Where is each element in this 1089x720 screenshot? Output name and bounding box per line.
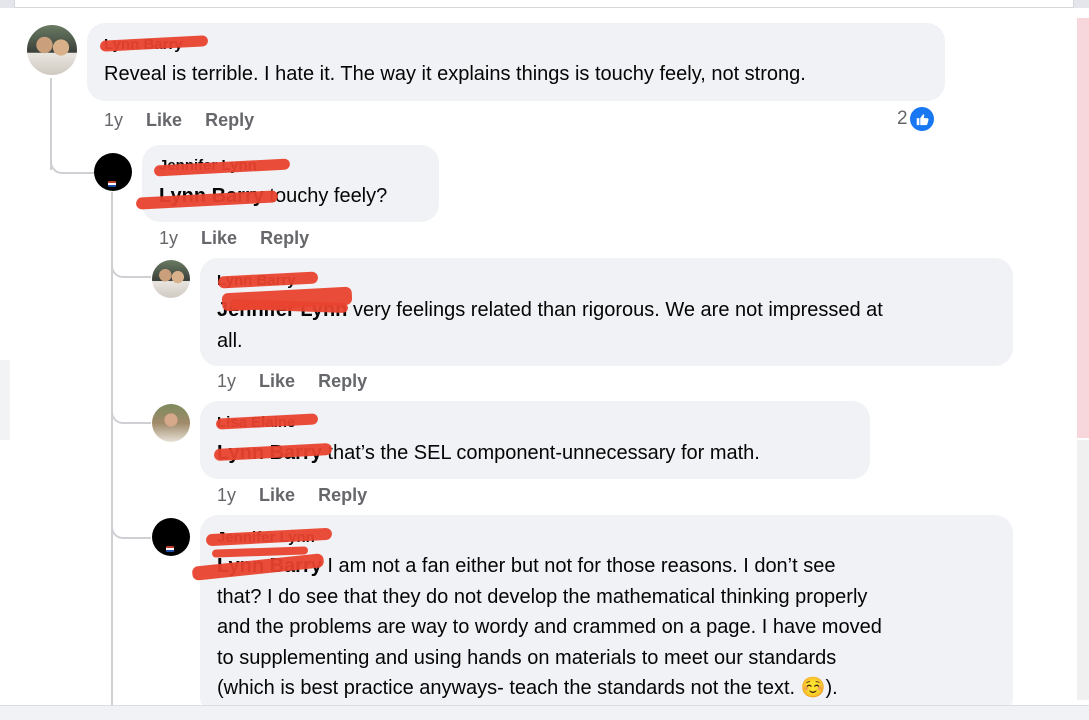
left-edge-strip — [0, 360, 10, 440]
reply-button[interactable]: Reply — [318, 371, 367, 391]
bottom-bar — [0, 705, 1089, 720]
reply-button[interactable]: Reply — [260, 228, 309, 248]
comment-time[interactable]: 1y — [217, 485, 236, 505]
comment-text: Reveal is terrible. I hate it. The way i… — [104, 63, 806, 85]
top-divider — [0, 0, 1089, 8]
thread-elbow — [111, 505, 151, 539]
comment-actions: 1y Like Reply — [104, 110, 272, 131]
comment-time[interactable]: 1y — [217, 371, 236, 391]
comment-actions: 1y Like Reply — [217, 485, 385, 506]
right-edge-strip — [1077, 440, 1089, 700]
comment-text: Lynn Barry I am not a fan either but not… — [217, 555, 882, 699]
avatar[interactable] — [27, 25, 77, 75]
thumbs-up-icon — [909, 107, 934, 131]
like-button[interactable]: Like — [146, 110, 182, 130]
reply-button[interactable]: Reply — [205, 110, 254, 130]
comment-time[interactable]: 1y — [159, 228, 178, 248]
comment-time[interactable]: 1y — [104, 110, 123, 130]
comment-actions: 1y Like Reply — [217, 371, 385, 392]
like-button[interactable]: Like — [259, 371, 295, 391]
avatar[interactable] — [152, 404, 190, 442]
reaction-number: 2 — [897, 108, 908, 129]
like-button[interactable]: Like — [259, 485, 295, 505]
reaction-count[interactable]: 2 — [897, 107, 934, 131]
flag-icon — [108, 181, 116, 187]
right-edge-ad-strip — [1077, 18, 1089, 438]
like-button[interactable]: Like — [201, 228, 237, 248]
reply-button[interactable]: Reply — [318, 485, 367, 505]
thread-elbow — [111, 248, 151, 278]
flag-icon — [166, 546, 174, 552]
avatar[interactable] — [152, 260, 190, 298]
thread-elbow — [111, 390, 151, 424]
comment-actions: 1y Like Reply — [159, 228, 327, 249]
thread-elbow — [50, 140, 94, 174]
